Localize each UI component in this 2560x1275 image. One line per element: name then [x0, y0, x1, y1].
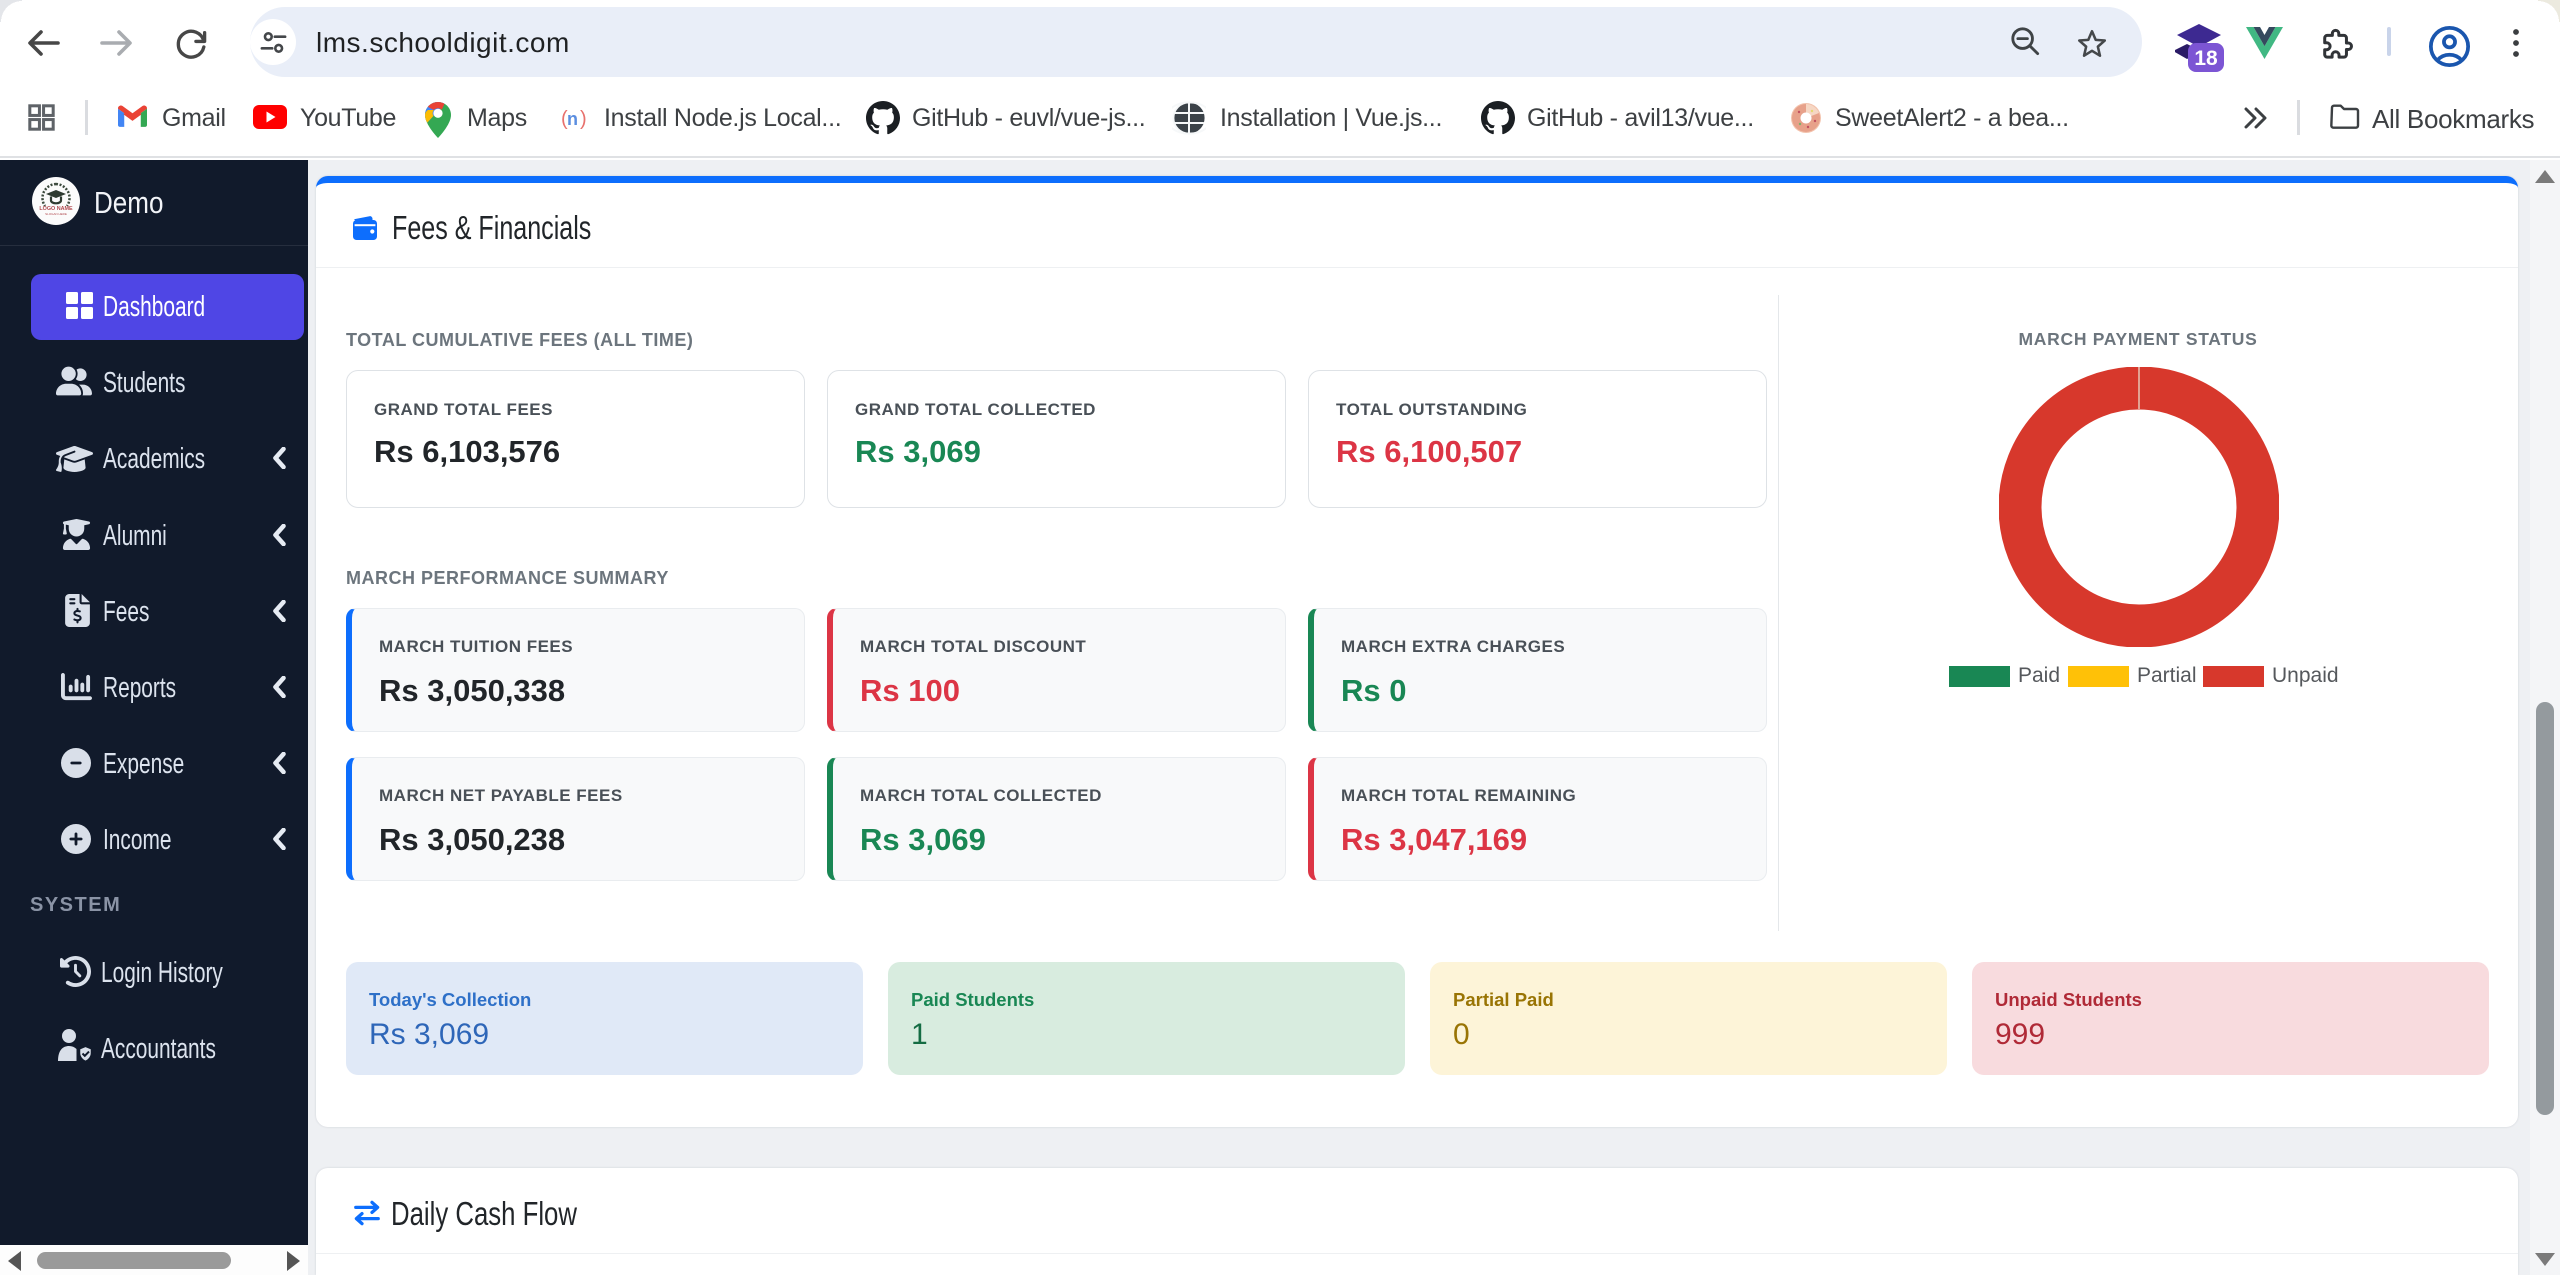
svg-text:18: 18 [2194, 47, 2218, 70]
svg-text:): ) [580, 108, 587, 130]
svg-text:n: n [567, 109, 578, 129]
svg-text:SLOGAN HERE: SLOGAN HERE [45, 212, 67, 216]
